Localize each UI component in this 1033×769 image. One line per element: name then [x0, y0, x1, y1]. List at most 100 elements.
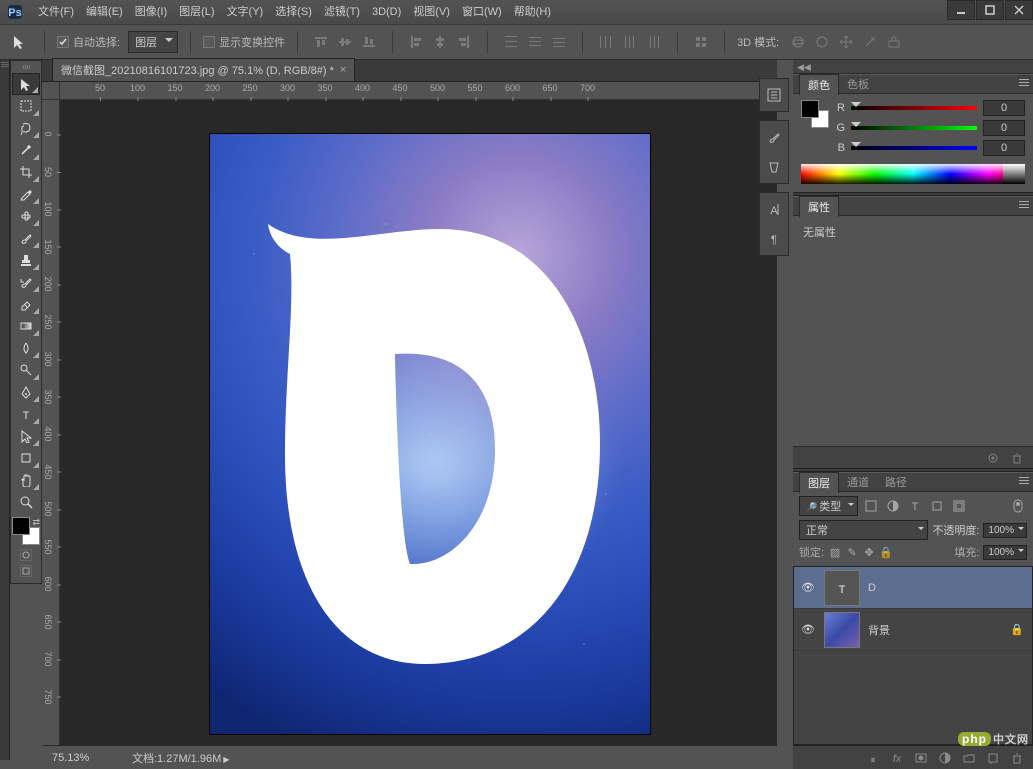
- filter-smart-icon[interactable]: [950, 497, 968, 515]
- magic-wand-tool[interactable]: [12, 139, 40, 161]
- tab-paths[interactable]: 路径: [877, 472, 915, 492]
- hand-tool[interactable]: [12, 469, 40, 491]
- document-tab[interactable]: 微信截图_20210816101723.jpg @ 75.1% (D, RGB/…: [52, 58, 355, 81]
- show-transform-checkbox[interactable]: 显示变换控件: [203, 34, 285, 50]
- red-value[interactable]: 0: [983, 100, 1025, 116]
- ruler-origin[interactable]: [42, 82, 60, 100]
- align-hcenter-icon[interactable]: [429, 31, 451, 53]
- marquee-tool[interactable]: [12, 95, 40, 117]
- distribute-hcenter-icon[interactable]: [619, 31, 641, 53]
- canvas[interactable]: [210, 134, 650, 734]
- menu-window[interactable]: 窗口(W): [456, 0, 508, 24]
- path-select-tool[interactable]: [12, 425, 40, 447]
- delete-layer-icon[interactable]: [1007, 749, 1027, 767]
- ruler-horizontal[interactable]: 5010015020025030035040045050055060065070…: [60, 82, 777, 100]
- menu-file[interactable]: 文件(F): [32, 0, 80, 24]
- distribute-left-icon[interactable]: [595, 31, 617, 53]
- layer-name[interactable]: 背景: [868, 622, 1002, 638]
- lock-transparency-icon[interactable]: ▨: [828, 546, 842, 559]
- shape-tool[interactable]: [12, 447, 40, 469]
- close-button[interactable]: [1005, 0, 1033, 20]
- doc-size-display[interactable]: 文档:1.27M/1.96M▶: [132, 750, 229, 766]
- blur-tool[interactable]: [12, 337, 40, 359]
- menu-filter[interactable]: 滤镜(T): [318, 0, 366, 24]
- 3d-scale-icon[interactable]: [883, 31, 905, 53]
- lock-paint-icon[interactable]: ✎: [845, 546, 859, 559]
- foreground-swatch[interactable]: [12, 517, 30, 535]
- green-slider[interactable]: [851, 123, 977, 133]
- eyedropper-tool[interactable]: [12, 183, 40, 205]
- move-tool[interactable]: [12, 73, 40, 95]
- panel-menu-icon[interactable]: [1015, 79, 1029, 91]
- tab-layers[interactable]: 图层: [799, 472, 839, 493]
- auto-align-icon[interactable]: [690, 31, 712, 53]
- zoom-tool[interactable]: [12, 491, 40, 513]
- menu-edit[interactable]: 编辑(E): [80, 0, 129, 24]
- auto-select-checkbox[interactable]: 自动选择:: [57, 34, 120, 50]
- layer-item[interactable]: 👁 T D: [794, 567, 1032, 609]
- adjustment-layer-icon[interactable]: [935, 749, 955, 767]
- collapse-arrow-icon[interactable]: ◀◀: [797, 62, 811, 73]
- panel-menu-icon[interactable]: [1015, 201, 1029, 213]
- filter-toggle-icon[interactable]: [1009, 497, 1027, 515]
- opacity-value[interactable]: 100%: [983, 523, 1027, 538]
- color-swatches[interactable]: ⇄: [12, 517, 40, 545]
- left-dock[interactable]: [0, 60, 10, 760]
- dodge-tool[interactable]: [12, 359, 40, 381]
- visibility-toggle-icon[interactable]: 👁: [800, 623, 816, 636]
- align-bottom-icon[interactable]: [358, 31, 380, 53]
- minimize-button[interactable]: [947, 0, 975, 20]
- panel-menu-icon[interactable]: [1015, 477, 1029, 489]
- layer-name[interactable]: D: [868, 582, 1026, 594]
- type-tool[interactable]: T: [12, 403, 40, 425]
- layer-item[interactable]: 👁 背景 🔒: [794, 609, 1032, 651]
- red-slider[interactable]: [851, 103, 977, 113]
- align-top-icon[interactable]: [310, 31, 332, 53]
- move-tool-icon[interactable]: [8, 30, 32, 54]
- layer-mask-icon[interactable]: [911, 749, 931, 767]
- layer-thumbnail[interactable]: T: [824, 570, 860, 606]
- tab-properties[interactable]: 属性: [799, 196, 839, 217]
- menu-image[interactable]: 图像(I): [129, 0, 173, 24]
- menu-view[interactable]: 视图(V): [407, 0, 456, 24]
- fill-value[interactable]: 100%: [983, 545, 1027, 560]
- distribute-vcenter-icon[interactable]: [524, 31, 546, 53]
- green-value[interactable]: 0: [983, 120, 1025, 136]
- 3d-orbit-icon[interactable]: [787, 31, 809, 53]
- menu-type[interactable]: 文字(Y): [221, 0, 270, 24]
- history-panel-icon[interactable]: [762, 83, 786, 107]
- clip-icon[interactable]: [983, 450, 1003, 466]
- blue-value[interactable]: 0: [983, 140, 1025, 156]
- screenmode-button[interactable]: [20, 565, 32, 577]
- filter-adjust-icon[interactable]: [884, 497, 902, 515]
- new-layer-icon[interactable]: [983, 749, 1003, 767]
- quickmask-button[interactable]: [20, 549, 32, 561]
- crop-tool[interactable]: [12, 161, 40, 183]
- gradient-tool[interactable]: [12, 315, 40, 337]
- color-spectrum[interactable]: [801, 164, 1025, 184]
- swap-colors-icon[interactable]: ⇄: [32, 517, 40, 528]
- lock-all-icon[interactable]: 🔒: [879, 546, 893, 559]
- tab-swatches[interactable]: 色板: [839, 74, 877, 94]
- menu-layer[interactable]: 图层(L): [173, 0, 220, 24]
- group-icon[interactable]: [959, 749, 979, 767]
- layer-style-icon[interactable]: fx: [887, 749, 907, 767]
- brush-panel-icon[interactable]: [762, 125, 786, 149]
- layer-list[interactable]: 👁 T D 👁 背景 🔒: [793, 566, 1033, 745]
- ruler-vertical[interactable]: 0501001502002503003504004505005506006507…: [42, 100, 60, 745]
- history-brush-tool[interactable]: [12, 271, 40, 293]
- distribute-top-icon[interactable]: [500, 31, 522, 53]
- distribute-bottom-icon[interactable]: [548, 31, 570, 53]
- align-right-icon[interactable]: [453, 31, 475, 53]
- 3d-roll-icon[interactable]: [811, 31, 833, 53]
- menu-select[interactable]: 选择(S): [269, 0, 318, 24]
- trash-icon[interactable]: [1007, 450, 1027, 466]
- brush-tool[interactable]: [12, 227, 40, 249]
- tab-channels[interactable]: 通道: [839, 472, 877, 492]
- brush-presets-icon[interactable]: [762, 155, 786, 179]
- lasso-tool[interactable]: [12, 117, 40, 139]
- toolbox-grip[interactable]: [11, 63, 41, 71]
- align-left-icon[interactable]: [405, 31, 427, 53]
- pen-tool[interactable]: [12, 381, 40, 403]
- menu-help[interactable]: 帮助(H): [508, 0, 557, 24]
